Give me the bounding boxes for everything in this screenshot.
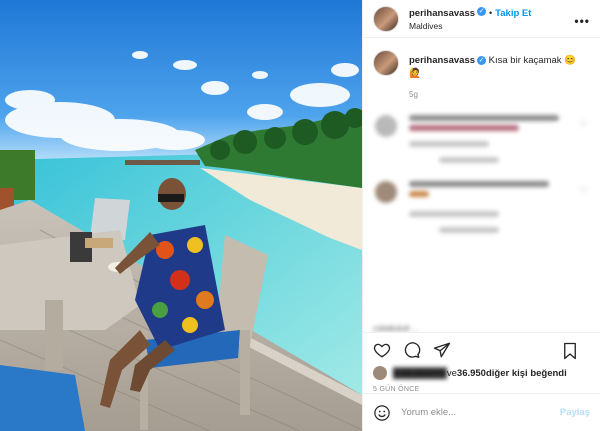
header-separator: • [489,7,493,18]
caption-username[interactable]: perihansavass [409,55,475,66]
verified-badge-icon: ✓ [477,55,487,65]
more-options-icon[interactable]: ••• [574,14,590,28]
location-link[interactable]: Maldives [409,20,531,33]
maldives-photo [0,0,362,431]
comment-like-icon[interactable]: ♡ [580,185,588,196]
likes-count[interactable]: 36.950 [457,368,486,379]
comment-bubble-icon[interactable] [403,341,421,359]
emoji-smiley-icon[interactable] [373,404,391,422]
add-comment-bar: Yorum ekle... Paylaş [363,393,600,431]
comment-meta [409,141,489,147]
post-header: perihansavass ✓ • Takip Et Maldives ••• [363,0,600,38]
comment-body [409,115,569,163]
likes-suffix[interactable]: diğer kişi beğendi [486,368,567,379]
liker-username[interactable]: ████████ [393,368,447,379]
caption-time: 5g [409,90,418,99]
comment-item: ♡ [373,181,590,233]
comment-avatar[interactable] [375,181,397,203]
caption-avatar[interactable] [373,50,399,76]
post-comment-button[interactable]: Paylaş [560,407,590,418]
posted-ago: 5 GÜN ÖNCE [373,386,420,393]
comment-replies[interactable] [439,157,499,163]
post-sidebar: perihansavass ✓ • Takip Et Maldives ••• per… [362,0,600,431]
likes-summary: ████████ ve 36.950 diğer kişi beğendi [363,366,600,380]
liker-avatar[interactable] [373,366,387,380]
comments-section: perihansavass ✓ Kısa bir kaçamak 😊 🙋 5g ♡ [363,38,600,332]
comment-replies[interactable] [439,227,499,233]
bookmark-icon[interactable] [562,342,578,360]
comment-item: ♡ [373,115,590,163]
comment-line [409,125,519,131]
comment-partial: cokabulutt ... [373,324,419,332]
comment-line [409,191,429,197]
comment-like-icon[interactable]: ♡ [580,119,588,130]
instagram-post: perihansavass ✓ • Takip Et Maldives ••• per… [0,0,600,431]
caption-emoji: 🙋 [409,68,421,79]
comment-avatar[interactable] [375,115,397,137]
caption-text-block: perihansavass ✓ Kısa bir kaçamak 😊 🙋 [409,54,576,80]
likes-joiner: ve [446,367,457,379]
avatar[interactable] [373,5,399,32]
post-photo[interactable] [0,0,362,431]
caption-text: Kısa bir kaçamak 😊 [488,55,576,66]
comment-line [409,115,559,121]
follow-button[interactable]: Takip Et [495,8,531,19]
action-bar [363,332,600,366]
caption: perihansavass ✓ Kısa bir kaçamak 😊 🙋 [373,50,590,80]
like-heart-icon[interactable] [373,341,391,359]
comment-body [409,181,569,233]
share-send-icon[interactable] [433,341,451,359]
verified-badge-icon: ✓ [477,6,487,16]
comment-meta [409,211,499,217]
header-meta: perihansavass ✓ • Takip Et Maldives [409,5,531,33]
header-username[interactable]: perihansavass [409,8,475,19]
comment-input[interactable]: Yorum ekle... [401,407,456,418]
comment-line [409,181,549,187]
